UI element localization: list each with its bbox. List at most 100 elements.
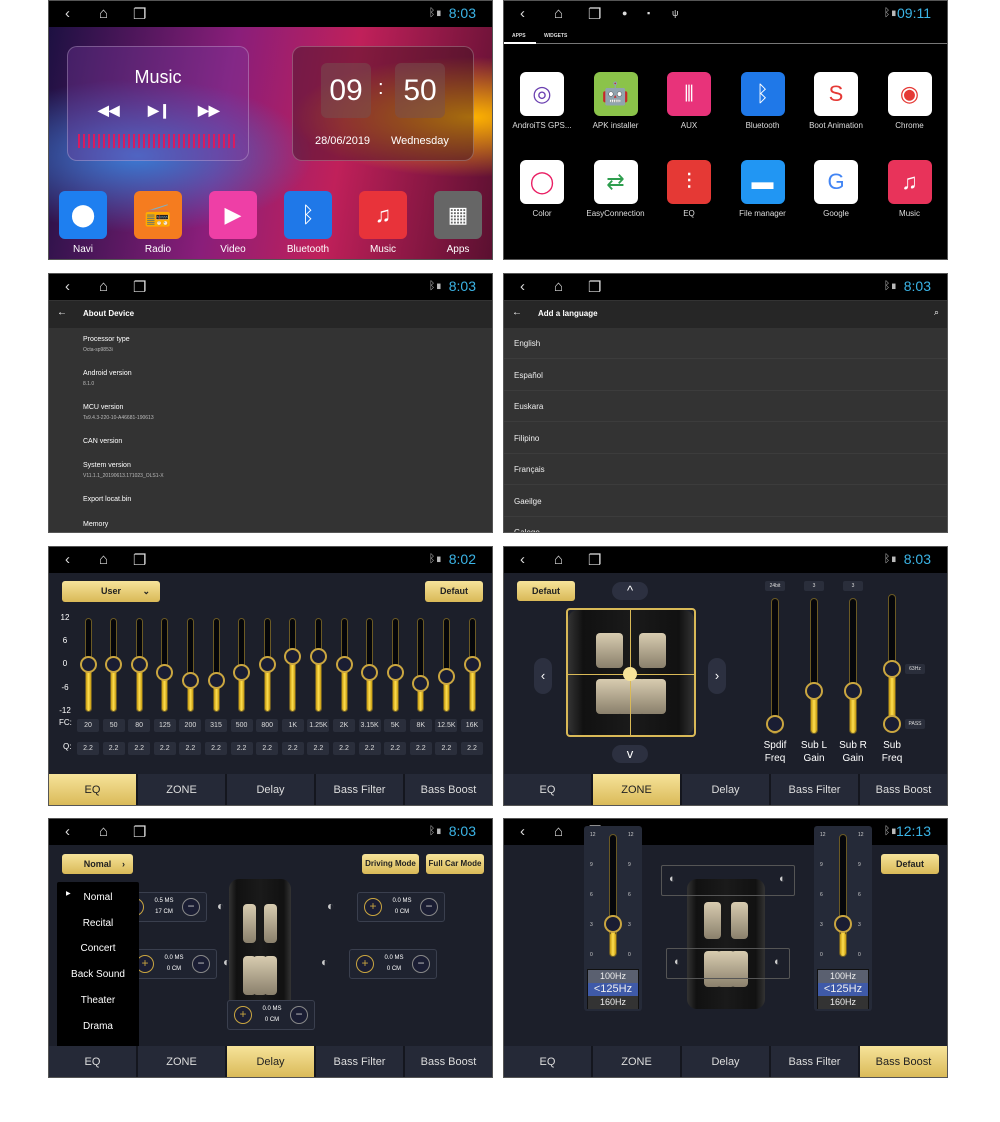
tab-bass-boost[interactable]: Bass Boost bbox=[405, 1046, 492, 1077]
recents-icon[interactable]: ❐ bbox=[133, 823, 146, 841]
home-icon[interactable]: ⌂ bbox=[99, 278, 108, 295]
tab-delay[interactable]: Delay bbox=[682, 1046, 769, 1077]
language-item[interactable]: English bbox=[504, 328, 947, 359]
default-button[interactable]: Defaut bbox=[425, 581, 483, 602]
video-icon[interactable]: ▶ bbox=[209, 191, 257, 239]
back-icon[interactable]: ‹ bbox=[65, 823, 70, 840]
apps-grid-icon[interactable]: ▦ bbox=[434, 191, 482, 239]
slider-knob[interactable] bbox=[207, 671, 225, 689]
slider-knob[interactable] bbox=[258, 656, 276, 673]
tab-delay[interactable]: Delay bbox=[227, 1046, 314, 1077]
frequency-selector[interactable]: 100Hz <125Hz 160Hz bbox=[587, 969, 639, 1009]
language-item[interactable]: Español bbox=[504, 360, 947, 391]
frequency-option[interactable]: 160Hz bbox=[588, 996, 638, 1009]
android-icon[interactable]: 🤖 bbox=[593, 72, 638, 116]
tab-eq[interactable]: EQ bbox=[504, 774, 591, 805]
zone-slider[interactable] bbox=[849, 598, 857, 734]
language-item[interactable]: Filipino bbox=[504, 423, 947, 454]
equalizer-icon[interactable]: ⫶ bbox=[667, 160, 711, 204]
arrow-up-button[interactable]: ^ bbox=[612, 582, 648, 600]
preset-menu-item[interactable]: Concert bbox=[57, 939, 139, 959]
decrease-delay-button[interactable]: − bbox=[420, 898, 438, 916]
zone-position-dot[interactable] bbox=[623, 667, 637, 681]
language-item[interactable]: Galego bbox=[504, 517, 947, 532]
full-car-mode-button[interactable]: Full Car Mode bbox=[426, 854, 484, 874]
rewind-icon[interactable]: ◀◀ bbox=[98, 102, 120, 119]
home-icon[interactable]: ⌂ bbox=[99, 5, 108, 22]
slider-knob-high[interactable] bbox=[883, 660, 901, 678]
tab-zone[interactable]: ZONE bbox=[138, 774, 225, 805]
home-icon[interactable]: ⌂ bbox=[554, 5, 563, 22]
fast-forward-icon[interactable]: ▶▶ bbox=[198, 102, 220, 119]
back-icon[interactable]: ‹ bbox=[65, 551, 70, 568]
slider-knob[interactable] bbox=[604, 915, 622, 933]
frequency-option[interactable]: 160Hz bbox=[818, 996, 868, 1009]
slider-knob[interactable] bbox=[79, 656, 97, 673]
music-note-icon[interactable]: ♫ bbox=[359, 191, 407, 239]
easy-connection-icon[interactable]: ⇄ bbox=[593, 160, 638, 204]
home-icon[interactable]: ⌂ bbox=[554, 551, 563, 568]
home-icon[interactable]: ⌂ bbox=[99, 823, 108, 840]
language-item[interactable]: Gaeilge bbox=[504, 486, 947, 517]
map-pin-icon[interactable]: ⬤ bbox=[59, 191, 107, 239]
tab-eq[interactable]: EQ bbox=[49, 1046, 136, 1077]
eq-band-slider[interactable] bbox=[186, 618, 194, 712]
home-icon[interactable]: ⌂ bbox=[554, 823, 563, 840]
slider-knob[interactable] bbox=[834, 915, 852, 933]
tab-bass-boost[interactable]: Bass Boost bbox=[405, 774, 492, 805]
arrow-down-button[interactable]: v bbox=[612, 745, 648, 763]
preset-menu-item[interactable]: Back Sound bbox=[57, 965, 139, 985]
gps-icon[interactable]: ◎ bbox=[520, 72, 564, 116]
increase-delay-button[interactable]: + bbox=[364, 898, 382, 916]
recents-icon[interactable]: ❐ bbox=[588, 551, 601, 569]
tab-bass-filter[interactable]: Bass Filter bbox=[771, 1046, 858, 1077]
tab-zone[interactable]: ZONE bbox=[138, 1046, 225, 1077]
eq-band-slider[interactable] bbox=[289, 618, 297, 712]
slider-knob[interactable] bbox=[181, 671, 199, 689]
decrease-delay-button[interactable]: − bbox=[290, 1006, 308, 1024]
aux-icon[interactable]: ⫴ bbox=[667, 72, 711, 116]
decrease-delay-button[interactable]: − bbox=[192, 955, 210, 973]
play-pause-icon[interactable]: ▶❙ bbox=[148, 102, 171, 119]
folder-icon[interactable]: ▬ bbox=[740, 160, 785, 204]
slider-knob[interactable] bbox=[284, 648, 302, 666]
slider-knob[interactable] bbox=[309, 648, 327, 666]
tab-bass-filter[interactable]: Bass Filter bbox=[316, 1046, 403, 1077]
tab-eq[interactable]: EQ bbox=[49, 774, 136, 805]
increase-delay-button[interactable]: + bbox=[234, 1006, 252, 1024]
color-wheel-icon[interactable]: ◯ bbox=[520, 160, 564, 204]
preset-menu-item[interactable]: Drama bbox=[57, 1017, 139, 1037]
preset-menu-item[interactable]: Recital bbox=[57, 914, 139, 934]
slider-knob[interactable] bbox=[156, 663, 174, 681]
zone-slider[interactable] bbox=[771, 598, 779, 734]
recents-icon[interactable]: ❐ bbox=[133, 5, 146, 23]
decrease-delay-button[interactable]: − bbox=[182, 898, 200, 916]
back-icon[interactable]: ‹ bbox=[520, 551, 525, 568]
driving-mode-button[interactable]: Driving Mode bbox=[362, 854, 419, 874]
boost-gain-slider[interactable] bbox=[839, 834, 847, 957]
tab-bass-boost[interactable]: Bass Boost bbox=[860, 774, 947, 805]
slider-knob[interactable] bbox=[766, 715, 784, 733]
preset-menu-item[interactable]: Theater bbox=[57, 991, 139, 1011]
boot-animation-icon[interactable]: S bbox=[814, 72, 858, 116]
back-arrow-icon[interactable]: ← bbox=[512, 307, 522, 318]
google-icon[interactable]: G bbox=[814, 160, 858, 204]
slider-knob[interactable] bbox=[437, 667, 455, 685]
recents-icon[interactable]: ❐ bbox=[588, 5, 601, 23]
slider-knob[interactable] bbox=[105, 656, 123, 673]
music-widget[interactable]: Music ◀◀ ▶❙ ▶▶ bbox=[67, 46, 249, 161]
slider-knob[interactable] bbox=[463, 656, 481, 673]
bluetooth-icon[interactable]: ᛒ bbox=[740, 72, 785, 116]
zone-slider[interactable] bbox=[810, 598, 818, 734]
home-icon[interactable]: ⌂ bbox=[99, 551, 108, 568]
frequency-selector[interactable]: 100Hz <125Hz 160Hz bbox=[817, 969, 869, 1009]
tab-widgets[interactable]: WIDGETS bbox=[544, 33, 567, 39]
frequency-option[interactable]: <125Hz bbox=[818, 983, 868, 996]
recents-icon[interactable]: ❐ bbox=[133, 278, 146, 296]
back-icon[interactable]: ‹ bbox=[520, 278, 525, 295]
back-arrow-icon[interactable]: ← bbox=[57, 307, 67, 318]
slider-knob-low[interactable] bbox=[883, 715, 901, 733]
tab-bass-boost[interactable]: Bass Boost bbox=[860, 1046, 947, 1077]
zone-position-pad[interactable] bbox=[566, 608, 696, 737]
tab-zone[interactable]: ZONE bbox=[593, 1046, 680, 1077]
